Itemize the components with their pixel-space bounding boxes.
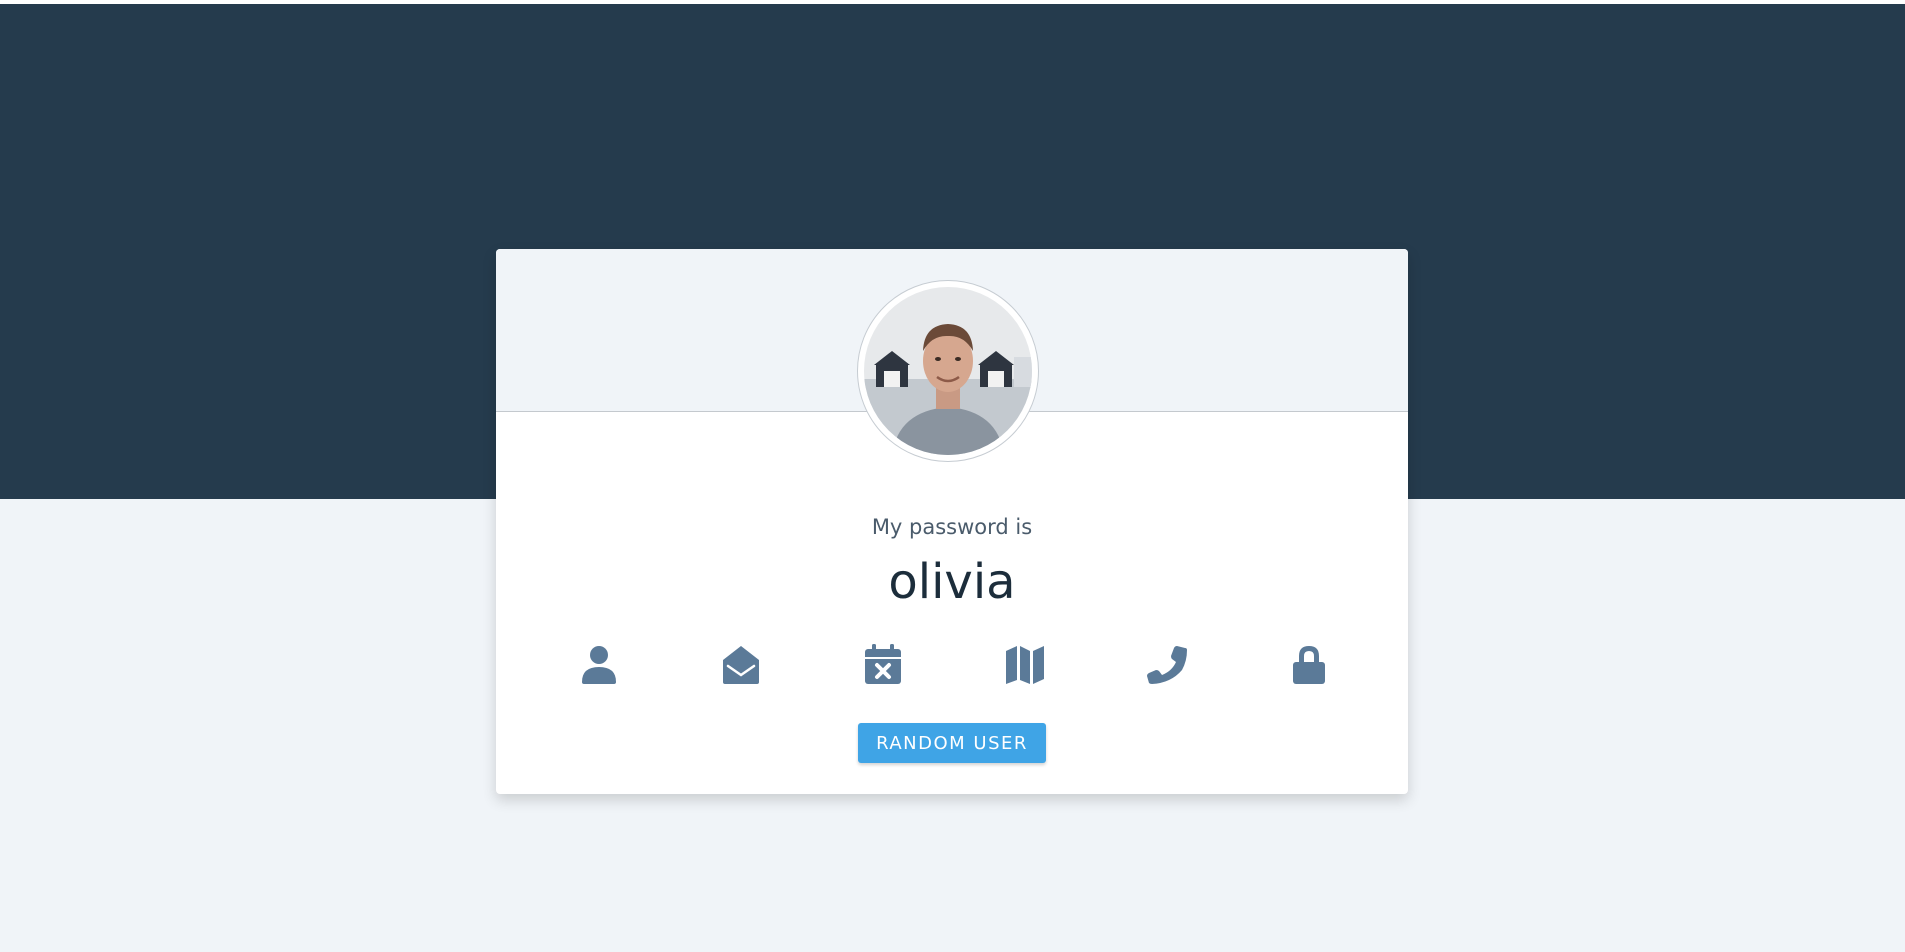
envelope-open-icon-glyph [723, 646, 759, 684]
map-icon[interactable] [1000, 639, 1050, 689]
avatar-photo [864, 287, 1032, 455]
user-icon-glyph [582, 646, 616, 684]
calendar-x-icon-glyph [865, 644, 901, 684]
calendar-x-icon[interactable] [858, 639, 908, 689]
lock-icon[interactable] [1284, 639, 1334, 689]
attribute-value: olivia [888, 554, 1016, 610]
phone-icon[interactable] [1142, 639, 1192, 689]
user-card: My password is olivia RANDOM USER [496, 249, 1408, 794]
random-user-button[interactable]: RANDOM USER [858, 723, 1046, 763]
attribute-icon-row [496, 639, 1408, 689]
lock-icon-glyph [1293, 646, 1325, 684]
phone-icon-glyph [1147, 646, 1187, 684]
attribute-label: My password is [871, 515, 1033, 539]
envelope-open-icon[interactable] [716, 639, 766, 689]
map-icon-glyph [1006, 646, 1044, 684]
avatar [857, 280, 1039, 462]
user-icon[interactable] [574, 639, 624, 689]
